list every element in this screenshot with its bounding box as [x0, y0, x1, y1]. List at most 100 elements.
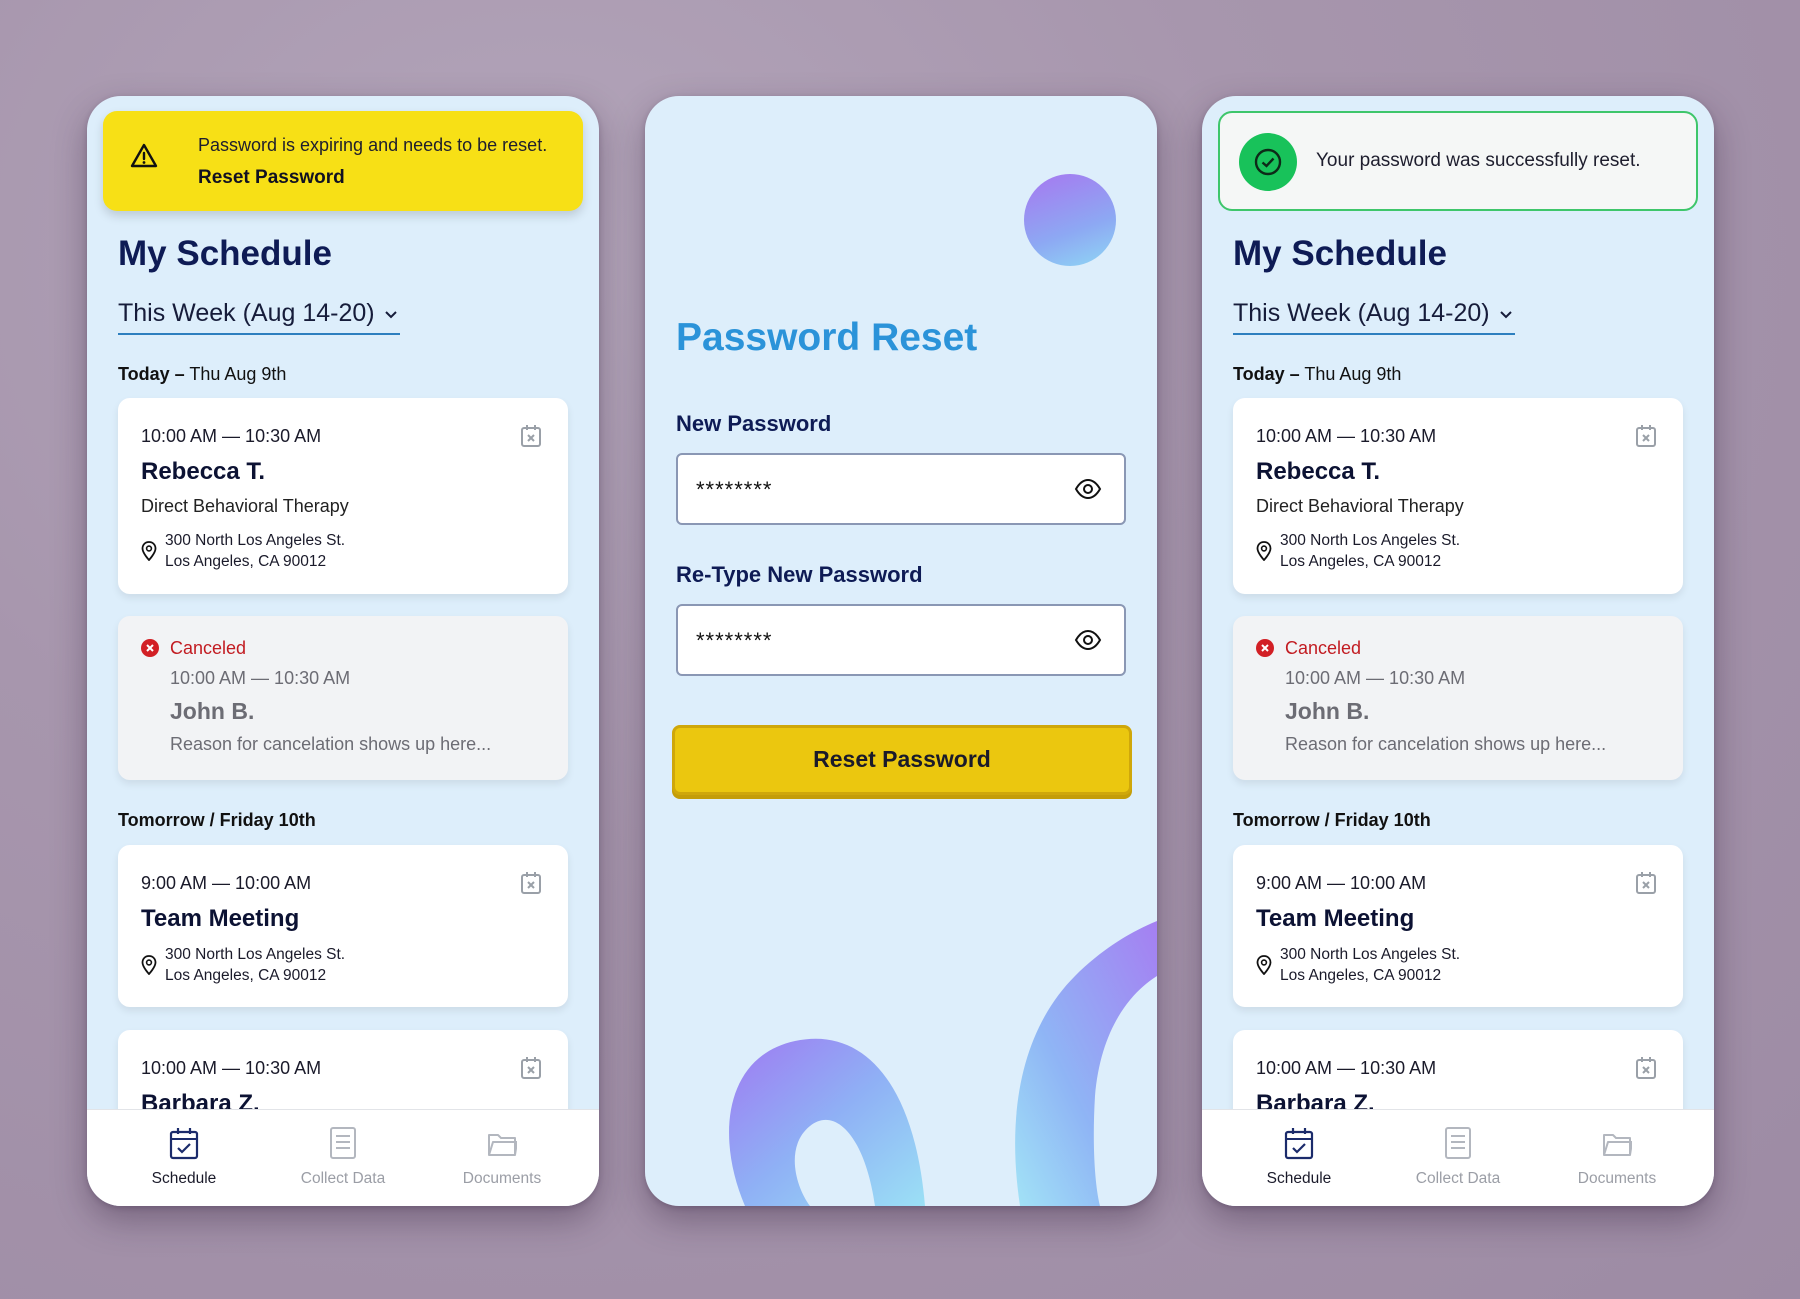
appointment-title: Team Meeting	[141, 905, 300, 932]
appointment-card[interactable]: 10:00 AM — 10:30 AM Rebecca T. Direct Be…	[118, 398, 568, 594]
location-pin-icon	[141, 955, 157, 975]
canceled-appointment-card[interactable]: Canceled 10:00 AM — 10:30 AM John B. Rea…	[118, 616, 568, 780]
retype-password-input[interactable]: ********	[676, 604, 1126, 676]
page-title: My Schedule	[1233, 234, 1447, 273]
document-icon	[330, 1127, 356, 1159]
show-password-eye-icon[interactable]	[1074, 478, 1102, 500]
appointment-client-name: John B.	[1285, 698, 1370, 724]
calendar-cancel-icon[interactable]	[520, 871, 542, 895]
address-line: 300 North Los Angeles St.	[1280, 946, 1461, 963]
bottom-tab-bar: Schedule Collect Data Documents	[1202, 1109, 1714, 1206]
warning-triangle-icon	[130, 143, 158, 168]
reset-password-button[interactable]: Reset Password	[672, 725, 1132, 795]
appointment-card[interactable]: 9:00 AM — 10:00 AM Team Meeting 300 Nort…	[1233, 845, 1683, 1007]
tab-label: Collect Data	[1415, 1170, 1501, 1187]
calendar-cancel-icon[interactable]	[520, 1056, 542, 1080]
cancel-x-icon	[141, 639, 159, 657]
today-heading: Today – Thu Aug 9th	[1233, 364, 1401, 385]
new-password-input[interactable]: ********	[676, 453, 1126, 525]
address-line: Los Angeles, CA 90012	[165, 553, 327, 570]
tab-collect-data[interactable]: Collect Data	[1373, 1110, 1543, 1206]
location-pin-icon	[141, 541, 157, 561]
appointment-address: 300 North Los Angeles St. Los Angeles, CA…	[1280, 530, 1460, 572]
tomorrow-heading: Tomorrow / Friday 10th	[118, 810, 316, 830]
check-circle-icon	[1239, 133, 1297, 191]
retype-password-label: Re-Type New Password	[676, 562, 923, 587]
canceled-status: Canceled	[1285, 638, 1362, 658]
appointment-client-name: John B.	[170, 698, 255, 724]
appointment-time: 10:00 AM — 10:30 AM	[141, 426, 322, 446]
calendar-check-icon	[1284, 1128, 1314, 1160]
appointment-client-name: Rebecca T.	[141, 458, 266, 485]
schedule-screen-success: Your password was successfully reset. My…	[1202, 96, 1714, 1206]
appointment-time: 10:00 AM — 10:30 AM	[1256, 426, 1437, 446]
calendar-check-icon	[169, 1128, 199, 1160]
appointment-time: 9:00 AM — 10:00 AM	[1256, 873, 1427, 893]
canceled-appointment-card[interactable]: Canceled 10:00 AM — 10:30 AM John B. Rea…	[1233, 616, 1683, 780]
week-select[interactable]: This Week (Aug 14-20)	[118, 299, 400, 335]
tab-documents[interactable]: Documents	[417, 1110, 587, 1206]
appointment-card[interactable]: 9:00 AM — 10:00 AM Team Meeting 300 Nort…	[118, 845, 568, 1007]
tab-label: Collect Data	[300, 1170, 386, 1187]
folder-icon	[1603, 1134, 1632, 1156]
chevron-down-icon	[1500, 311, 1512, 319]
appointment-title: Team Meeting	[1256, 905, 1415, 932]
canceled-status: Canceled	[170, 638, 247, 658]
cancelation-reason: Reason for cancelation shows up here...	[1285, 734, 1607, 754]
show-password-eye-icon[interactable]	[1074, 629, 1102, 651]
password-expiry-banner: Password is expiring and needs to be res…	[103, 111, 583, 211]
new-password-label: New Password	[676, 411, 832, 436]
cancel-x-icon	[1256, 639, 1274, 657]
folder-icon	[488, 1134, 517, 1156]
page-title: My Schedule	[118, 234, 332, 273]
today-date: Thu Aug 9th	[1299, 364, 1402, 384]
calendar-cancel-icon[interactable]	[1635, 424, 1657, 448]
new-password-value: ********	[696, 477, 773, 502]
address-line: Los Angeles, CA 90012	[1280, 553, 1442, 570]
week-select-value: This Week (Aug 14-20)	[1233, 299, 1490, 327]
tab-label: Schedule	[1266, 1170, 1332, 1187]
tab-label: Schedule	[151, 1170, 217, 1187]
address-line: 300 North Los Angeles St.	[1280, 532, 1461, 549]
tomorrow-heading: Tomorrow / Friday 10th	[1233, 810, 1431, 830]
success-banner: Your password was successfully reset.	[1218, 111, 1698, 211]
retype-password-value: ********	[696, 628, 773, 653]
week-select[interactable]: This Week (Aug 14-20)	[1233, 299, 1515, 335]
banner-message: Password is expiring and needs to be res…	[198, 135, 548, 155]
calendar-cancel-icon[interactable]	[1635, 871, 1657, 895]
tab-documents[interactable]: Documents	[1532, 1110, 1702, 1206]
today-prefix: Today –	[118, 364, 185, 384]
banner-message: Your password was successfully reset.	[1316, 150, 1641, 171]
page-title: Password Reset	[676, 316, 978, 359]
appointment-address: 300 North Los Angeles St. Los Angeles, CA…	[165, 530, 345, 572]
week-select-value: This Week (Aug 14-20)	[118, 299, 375, 327]
tab-collect-data[interactable]: Collect Data	[258, 1110, 428, 1206]
appointment-service: Direct Behavioral Therapy	[1256, 496, 1464, 516]
today-heading: Today – Thu Aug 9th	[118, 364, 286, 385]
chevron-down-icon	[385, 311, 397, 319]
appointment-time: 10:00 AM — 10:30 AM	[141, 1058, 322, 1078]
appointment-time: 9:00 AM — 10:00 AM	[141, 873, 312, 893]
password-reset-screen: Password Reset New Password ******** Re-…	[645, 96, 1157, 1206]
decorative-bubble	[1024, 174, 1116, 266]
appointment-address: 300 North Los Angeles St. Los Angeles, CA…	[1280, 944, 1460, 986]
address-line: 300 North Los Angeles St.	[165, 532, 346, 549]
calendar-cancel-icon[interactable]	[520, 424, 542, 448]
reset-password-link[interactable]: Reset Password	[198, 167, 345, 189]
appointment-time: 10:00 AM — 10:30 AM	[1285, 668, 1466, 688]
appointment-address: 300 North Los Angeles St. Los Angeles, CA…	[165, 944, 345, 986]
bottom-tab-bar: Schedule Collect Data Documents	[87, 1109, 599, 1206]
today-date: Thu Aug 9th	[184, 364, 287, 384]
tab-label: Documents	[1577, 1170, 1657, 1187]
location-pin-icon	[1256, 541, 1272, 561]
appointment-client-name: Rebecca T.	[1256, 458, 1381, 485]
document-icon	[1445, 1127, 1471, 1159]
address-line: 300 North Los Angeles St.	[165, 946, 346, 963]
tab-schedule[interactable]: Schedule	[1214, 1110, 1384, 1206]
location-pin-icon	[1256, 955, 1272, 975]
tab-label: Documents	[462, 1170, 542, 1187]
cancelation-reason: Reason for cancelation shows up here...	[170, 734, 492, 754]
calendar-cancel-icon[interactable]	[1635, 1056, 1657, 1080]
tab-schedule[interactable]: Schedule	[99, 1110, 269, 1206]
appointment-card[interactable]: 10:00 AM — 10:30 AM Rebecca T. Direct Be…	[1233, 398, 1683, 594]
